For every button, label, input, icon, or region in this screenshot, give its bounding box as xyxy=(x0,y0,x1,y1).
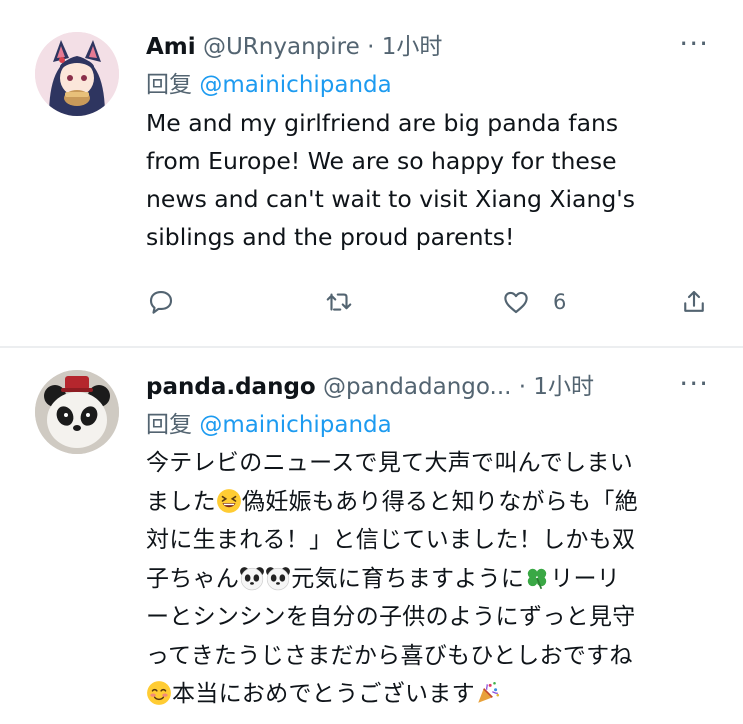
tweet-text-line: ーとシンシンを自分の子供のようにずっと見守 xyxy=(146,604,636,630)
reply-context: 回复 @mainichipanda xyxy=(146,406,709,444)
tweet-text-line: from Europe! We are so happy for these xyxy=(146,147,617,175)
display-name[interactable]: panda.dango xyxy=(146,374,316,400)
timestamp[interactable]: 1小时 xyxy=(533,374,594,400)
tweet-text-segment: ました xyxy=(146,488,216,515)
tweet-actions: 6 xyxy=(146,287,709,323)
reply-mention-link[interactable]: @mainichipanda xyxy=(199,72,391,98)
tweet-text-line: ってきたうじさまだから喜びもひとしおですね xyxy=(146,642,633,669)
tweet-text: 今テレビのニュースで見て大声で叫んでしまい ました 偽妊娠もあり得ると知りながら… xyxy=(146,444,709,714)
heart-icon xyxy=(504,291,528,314)
separator-dot: · xyxy=(367,34,375,60)
timestamp[interactable]: 1小时 xyxy=(382,34,443,60)
user-handle[interactable]: @URnyanpire xyxy=(203,34,360,60)
avatar[interactable] xyxy=(35,32,119,116)
tweet-text-segment: 子ちゃん xyxy=(146,565,240,592)
tweet-text: Me and my girlfriend are big panda fans … xyxy=(146,104,709,256)
anime-cat-girl-avatar-image xyxy=(35,32,119,116)
share-icon xyxy=(684,290,704,312)
display-name[interactable]: Ami xyxy=(146,34,196,60)
four-leaf-clover-emoji-icon xyxy=(527,568,547,589)
tweet-text-line: ました 偽妊娠もあり得ると知りながらも「絶 xyxy=(146,483,709,522)
tweet-text-segment: 元気に育ちますように xyxy=(291,565,525,592)
reply-prefix: 回复 xyxy=(146,412,192,438)
tweet-text-segment: リーリ xyxy=(550,565,621,592)
grinning-squinting-face-emoji-icon xyxy=(216,488,241,513)
tweet-text-line: 対に生まれる！」と信じていました！しかも双 xyxy=(146,527,636,553)
tweet-text-segment: 偽妊娠もあり得ると知りながらも「絶 xyxy=(241,488,639,515)
more-options-icon[interactable]: ··· xyxy=(679,370,709,398)
reply-button[interactable] xyxy=(146,287,176,317)
like-button[interactable]: 6 xyxy=(501,287,566,317)
tweet-text-line: Me and my girlfriend are big panda fans xyxy=(146,109,619,137)
reply-mention-link[interactable]: @mainichipanda xyxy=(199,412,391,438)
separator-dot: · xyxy=(518,374,527,400)
share-button[interactable] xyxy=(679,287,709,317)
more-options-icon[interactable]: ··· xyxy=(679,30,709,58)
panda-face-emoji-icon xyxy=(266,566,291,590)
tweet-text-line: 今テレビのニュースで見て大声で叫んでしまい xyxy=(146,450,633,476)
tweet-text-line: 子ちゃん 元気に育ちますように リーリ xyxy=(146,560,709,599)
reply-prefix: 回复 xyxy=(146,72,192,98)
tweet-text-segment: 本当におめでとうございます xyxy=(172,681,475,707)
reply-context: 回复 @mainichipanda xyxy=(146,66,709,104)
party-popper-emoji-icon xyxy=(478,681,499,703)
retweet-button[interactable] xyxy=(324,287,354,317)
avatar[interactable] xyxy=(35,370,119,454)
tweet-text-line: news and can't wait to visit Xiang Xiang… xyxy=(146,185,635,213)
panda-plush-avatar-image xyxy=(35,370,119,454)
reply-icon xyxy=(149,290,173,314)
tweet-header: Ami @URnyanpire · 1小时 ··· xyxy=(146,30,709,64)
tweet-header: panda.dango @pandadango... · 1小时 ··· xyxy=(146,370,709,404)
tweet-text-line: siblings and the proud parents! xyxy=(146,223,515,251)
like-count: 6 xyxy=(553,290,567,314)
panda-face-emoji-icon xyxy=(240,566,265,590)
tweet-text-line: 本当におめでとうございます xyxy=(146,675,709,714)
tweet-panda-dango[interactable]: panda.dango @pandadango... · 1小时 ··· 回复 … xyxy=(0,348,743,724)
tweet-ami[interactable]: Ami @URnyanpire · 1小时 ··· 回复 @mainichipa… xyxy=(0,0,743,346)
user-handle[interactable]: @pandadango... xyxy=(323,374,511,400)
retweet-icon xyxy=(326,293,352,311)
smiling-face-with-blush-emoji-icon xyxy=(147,681,171,705)
